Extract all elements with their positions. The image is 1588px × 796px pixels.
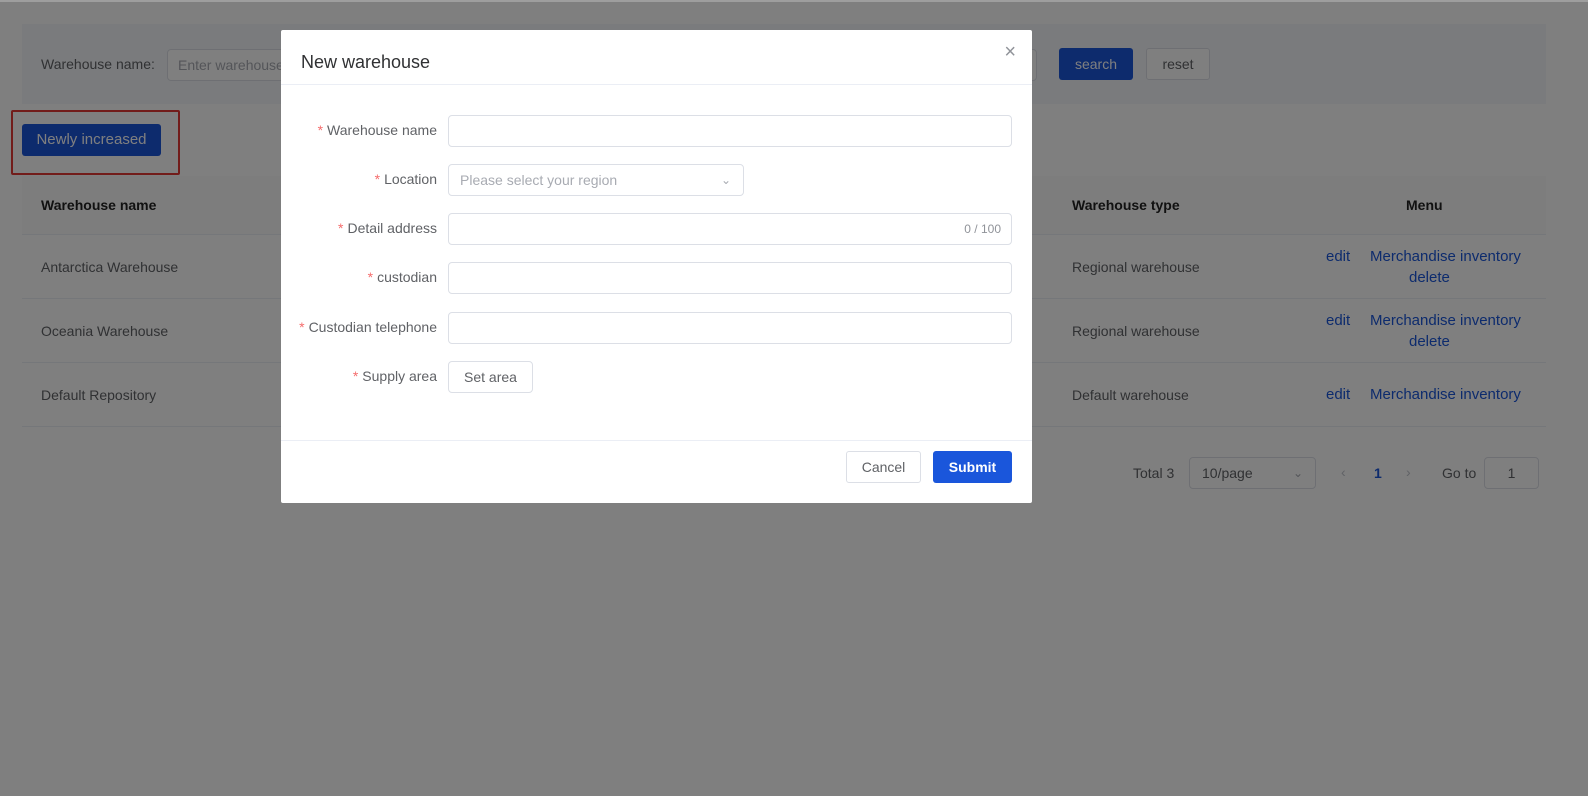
required-mark: * — [367, 269, 374, 285]
detail-address-label: * Detail address — [338, 220, 437, 236]
close-icon[interactable]: × — [1004, 42, 1016, 62]
dialog-footer-divider — [281, 440, 1032, 441]
location-label: * Location — [374, 171, 437, 187]
custodian-telephone-label: * Custodian telephone — [299, 319, 437, 335]
location-select[interactable]: Please select your region ⌄ — [448, 164, 744, 196]
form-row-custodian: * custodian — [281, 262, 1032, 294]
form-row-warehouse-name: * Warehouse name — [281, 115, 1032, 147]
required-mark: * — [352, 368, 359, 384]
location-placeholder: Please select your region — [460, 172, 618, 188]
character-counter: 0 / 100 — [964, 222, 1001, 236]
set-area-button[interactable]: Set area — [448, 361, 533, 393]
required-mark: * — [338, 220, 344, 236]
cancel-button[interactable]: Cancel — [846, 451, 921, 483]
required-mark: * — [374, 171, 381, 187]
submit-button[interactable]: Submit — [933, 451, 1012, 483]
new-warehouse-dialog: New warehouse × * Warehouse name * Locatio… — [281, 30, 1032, 503]
window-top-border — [0, 0, 1588, 2]
form-row-supply-area: * Supply area Set area — [281, 361, 1032, 393]
required-mark: * — [299, 319, 305, 335]
form-row-location: * Location Please select your region ⌄ — [281, 164, 1032, 196]
dialog-header-divider — [281, 84, 1032, 85]
custodian-label: * custodian — [367, 269, 437, 285]
chevron-down-icon: ⌄ — [720, 173, 731, 187]
supply-area-label: * Supply area — [352, 368, 437, 384]
required-mark: * — [317, 122, 324, 138]
form-row-custodian-telephone: * Custodian telephone — [281, 312, 1032, 344]
warehouse-name-label: * Warehouse name — [317, 122, 437, 138]
dialog-title: New warehouse — [301, 52, 431, 72]
custodian-telephone-field[interactable] — [448, 312, 1012, 344]
warehouse-name-field[interactable] — [448, 115, 1012, 147]
form-row-detail-address: * Detail address 0 / 100 — [281, 213, 1032, 245]
custodian-field[interactable] — [448, 262, 1012, 294]
detail-address-field[interactable]: 0 / 100 — [448, 213, 1012, 245]
